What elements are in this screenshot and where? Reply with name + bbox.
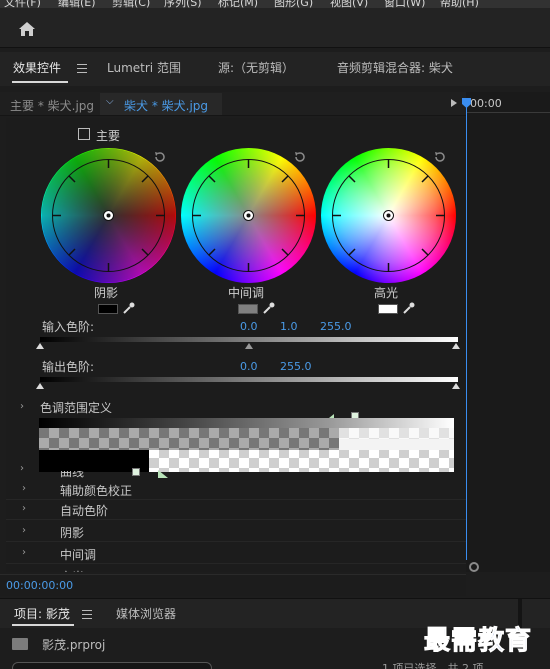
menu-marker[interactable]: 标记(M) xyxy=(218,0,258,8)
timeline-zoom-handle[interactable] xyxy=(469,562,479,572)
section-label: 中间调 xyxy=(60,548,97,562)
shadow-swatch[interactable] xyxy=(98,304,118,314)
menu-sequence[interactable]: 序列(S) xyxy=(164,0,202,8)
panel-menu-icon[interactable] xyxy=(77,64,87,76)
list-item[interactable]: › 辅助颜色校正 xyxy=(6,480,466,500)
chevron-right-icon[interactable]: › xyxy=(20,401,24,412)
input-gamma-slider[interactable] xyxy=(245,343,253,349)
chevron-right-icon: › xyxy=(22,483,26,494)
menu-help[interactable]: 帮助(H) xyxy=(440,0,479,8)
tab-project[interactable]: 项目: 影茂 xyxy=(14,605,70,622)
master-checkbox-label: 主要 xyxy=(96,129,121,143)
menu-window[interactable]: 窗口(W) xyxy=(384,0,425,8)
highlight-swatch[interactable] xyxy=(378,304,398,314)
clip-dropdown[interactable]: ⌵ 柴犬 * 柴犬.jpg xyxy=(100,93,222,115)
menu-edit[interactable]: 编辑(E) xyxy=(58,0,96,8)
effect-controls-body: 主要 阴影 中间调 高光 输入色阶: 0.0 1.0 255.0 输出色阶: 0… xyxy=(6,118,466,572)
active-tab-indicator xyxy=(12,624,74,626)
watermark-text: 最需教育 xyxy=(423,626,533,657)
menu-view[interactable]: 视图(V) xyxy=(330,0,368,8)
timeline-timecode: 00:00 xyxy=(470,97,502,110)
home-icon[interactable] xyxy=(16,18,38,40)
tab-media-browser[interactable]: 媒体浏览器 xyxy=(116,605,176,622)
effect-timeline[interactable]: 00:00 xyxy=(462,92,550,572)
tab-audio-clip-mixer[interactable]: 音频剪辑混合器: 柴犬 xyxy=(337,59,453,76)
list-item[interactable]: › 中间调 xyxy=(6,544,466,564)
list-item[interactable]: › 高光 xyxy=(6,566,466,572)
eyedropper-icon[interactable] xyxy=(262,301,276,315)
list-item[interactable]: › 阴影 xyxy=(6,522,466,542)
menu-file[interactable]: 文件(F) xyxy=(4,0,41,8)
midtone-label: 中间调 xyxy=(228,286,265,300)
master-checkbox[interactable] xyxy=(78,128,90,140)
output-white-slider[interactable] xyxy=(452,383,460,389)
input-high-value[interactable]: 255.0 xyxy=(320,320,352,333)
search-input[interactable] xyxy=(12,662,212,669)
chevron-right-icon: › xyxy=(22,569,26,572)
folder-icon xyxy=(12,638,28,650)
chevron-right-icon[interactable]: › xyxy=(20,463,24,474)
output-black-slider[interactable] xyxy=(36,383,44,389)
midtone-swatch[interactable] xyxy=(238,304,258,314)
active-tab-indicator xyxy=(12,81,68,83)
input-low-value[interactable]: 0.0 xyxy=(240,320,258,333)
clip-dropdown-label: 柴犬 * 柴犬.jpg xyxy=(124,99,209,113)
play-icon[interactable] xyxy=(451,99,457,107)
tab-effect-controls[interactable]: 效果控件 xyxy=(13,59,61,76)
chevron-right-icon: › xyxy=(22,547,26,558)
output-high-value[interactable]: 255.0 xyxy=(280,360,312,373)
panel-tab-bar: 效果控件 Lumetri 范围 源:（无剪辑） 音频剪辑混合器: 柴犬 xyxy=(0,52,550,86)
input-white-slider[interactable] xyxy=(452,343,460,349)
highlight-color-wheel[interactable] xyxy=(321,148,456,283)
reset-icon[interactable] xyxy=(153,150,167,164)
eyedropper-icon[interactable] xyxy=(402,301,416,315)
tonal-range-preview xyxy=(39,418,454,472)
section-label: 自动色阶 xyxy=(60,504,109,518)
tab-source[interactable]: 源:（无剪辑） xyxy=(218,59,294,76)
eyedropper-icon[interactable] xyxy=(122,301,136,315)
reset-icon[interactable] xyxy=(293,150,307,164)
panel-menu-icon[interactable] xyxy=(82,610,92,622)
current-timecode[interactable]: 00:00:00:00 xyxy=(6,579,73,592)
output-levels-label: 输出色阶: xyxy=(42,360,95,374)
input-gamma-value[interactable]: 1.0 xyxy=(280,320,298,333)
timeline-ruler xyxy=(466,112,550,113)
tonal-range-label[interactable]: 色调范围定义 xyxy=(40,399,112,416)
menu-clip[interactable]: 剪辑(C) xyxy=(112,0,150,8)
shadow-threshold-handle[interactable] xyxy=(132,468,140,476)
master-clip-label[interactable]: 主要 * 柴犬.jpg xyxy=(10,97,94,114)
reset-icon[interactable] xyxy=(433,150,447,164)
section-label: 高光 xyxy=(60,568,84,572)
list-item[interactable]: › 自动色阶 xyxy=(6,500,466,520)
chevron-right-icon: › xyxy=(22,503,26,514)
toolbar xyxy=(0,8,550,48)
output-low-value[interactable]: 0.0 xyxy=(240,360,258,373)
selection-count: 1 项已选择，共 2 项 xyxy=(382,662,484,669)
menu-bar: 文件(F) 编辑(E) 剪辑(C) 序列(S) 标记(M) 图形(G) 视图(V… xyxy=(0,0,550,8)
highlight-label: 高光 xyxy=(374,286,399,300)
output-levels-gradient xyxy=(40,377,458,382)
effect-controls-footer: 00:00:00:00 xyxy=(0,574,466,596)
input-levels-gradient xyxy=(40,337,458,342)
shadow-color-wheel[interactable] xyxy=(41,148,176,283)
clip-selector-bar: 主要 * 柴犬.jpg ⌵ 柴犬 * 柴犬.jpg xyxy=(0,92,466,116)
midtone-color-wheel[interactable] xyxy=(181,148,316,283)
tab-lumetri-scopes[interactable]: Lumetri 范围 xyxy=(107,59,181,76)
section-label: 辅助颜色校正 xyxy=(60,484,133,498)
input-levels-label: 输入色阶: xyxy=(42,320,95,334)
project-filename: 影茂.prproj xyxy=(42,638,106,652)
menu-graphics[interactable]: 图形(G) xyxy=(274,0,313,8)
chevron-down-icon: ⌵ xyxy=(106,96,114,107)
chevron-right-icon: › xyxy=(22,525,26,536)
section-label: 阴影 xyxy=(60,526,85,540)
shadow-label: 阴影 xyxy=(94,286,119,300)
input-black-slider[interactable] xyxy=(36,343,44,349)
playhead-line[interactable] xyxy=(466,98,467,560)
